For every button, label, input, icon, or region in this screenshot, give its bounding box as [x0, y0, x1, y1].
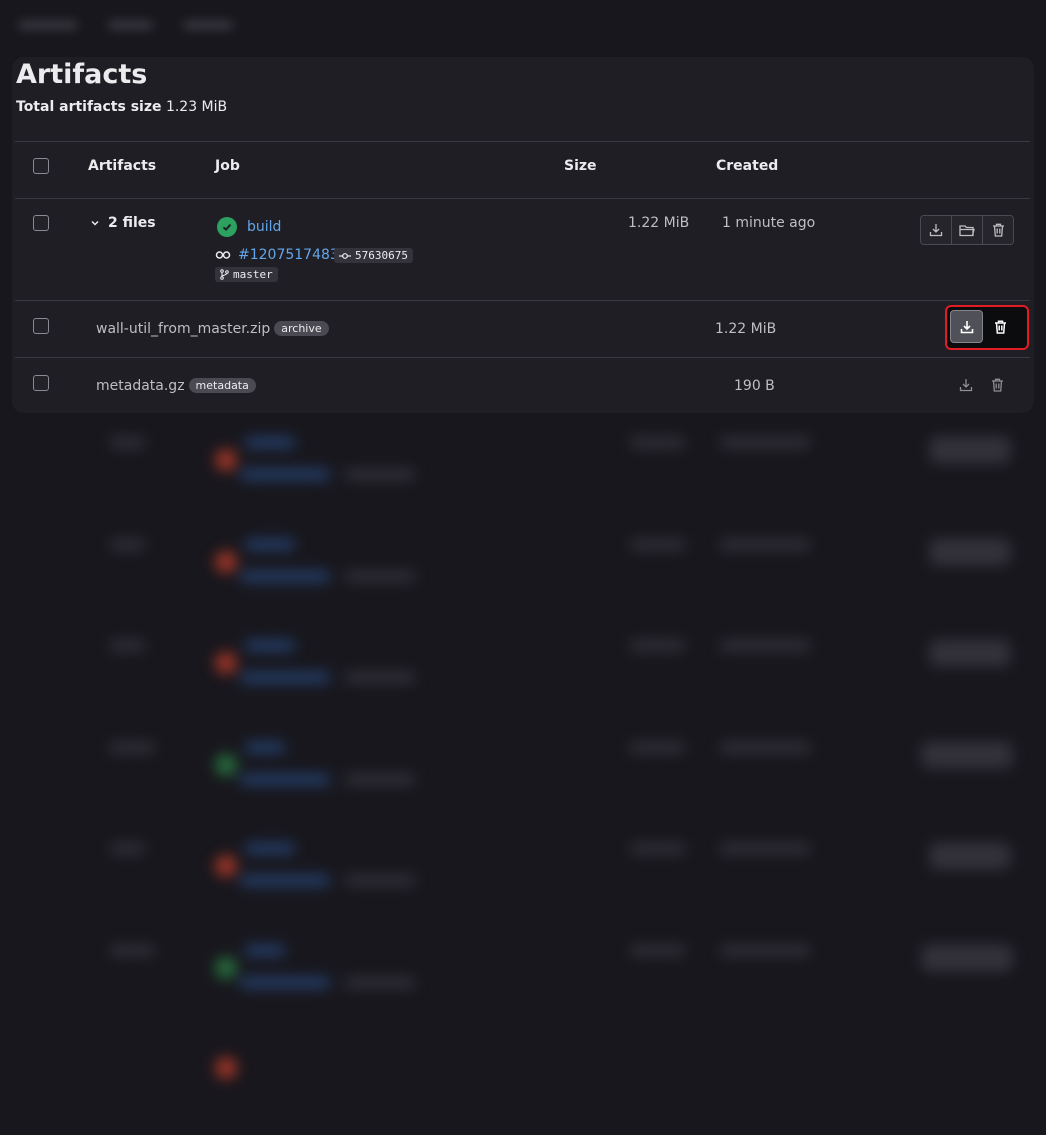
file-size: 1.22 MiB: [715, 321, 777, 337]
file-name: metadata.gz: [96, 378, 185, 394]
file-type-badge: archive: [274, 321, 329, 336]
select-all-checkbox[interactable]: [33, 158, 49, 174]
download-button[interactable]: [921, 216, 951, 244]
trash-icon: [992, 223, 1004, 237]
total-size-label: Total artifacts size: [16, 99, 162, 115]
job-actions: [920, 215, 1014, 245]
delete-button[interactable]: [985, 310, 1015, 343]
breadcrumb: [18, 12, 258, 38]
chevron-down-icon: [91, 220, 99, 226]
file-row-checkbox[interactable]: [33, 318, 49, 334]
files-count: 2 files: [108, 215, 156, 231]
branch-icon: [220, 269, 229, 280]
pipeline-id-link[interactable]: #1207517483: [238, 247, 339, 263]
download-button[interactable]: [951, 371, 981, 399]
header-artifacts: Artifacts: [88, 158, 157, 174]
job-size: 1.22 MiB: [628, 215, 690, 231]
page-title: Artifacts: [16, 59, 148, 90]
file-name: wall-util_from_master.zip: [96, 321, 271, 337]
pipeline-icon: [215, 251, 231, 259]
branch-ref[interactable]: master: [215, 267, 278, 282]
folder-icon: [959, 224, 975, 236]
download-icon: [960, 320, 973, 333]
file-row-checkbox[interactable]: [33, 375, 49, 391]
branch-name: master: [233, 268, 273, 281]
job-name-link[interactable]: build: [247, 219, 281, 235]
total-size-value: 1.23 MiB: [165, 99, 228, 115]
highlighted-actions: [945, 305, 1029, 350]
status-success-icon[interactable]: [217, 217, 237, 237]
file-type-badge: metadata: [188, 378, 256, 393]
download-icon: [929, 224, 943, 237]
pipeline-ref: #1207517483: [215, 247, 339, 263]
total-artifacts-size: Total artifacts size 1.23 MiB: [16, 99, 227, 115]
header-job: Job: [215, 158, 240, 174]
delete-button[interactable]: [982, 216, 1013, 244]
delete-button[interactable]: [982, 371, 1012, 399]
download-button[interactable]: [950, 310, 983, 343]
job-created: 1 minute ago: [722, 215, 816, 231]
header-created: Created: [716, 158, 779, 174]
file-size: 190 B: [734, 378, 775, 394]
file-name-cell: wall-util_from_master.zip archive: [96, 321, 329, 337]
browse-button[interactable]: [951, 216, 982, 244]
header-size: Size: [564, 158, 597, 174]
trash-icon: [994, 320, 1006, 334]
job-row-checkbox[interactable]: [33, 215, 49, 231]
commit-sha[interactable]: 57630675: [334, 248, 413, 263]
commit-sha-text: 57630675: [355, 249, 408, 262]
blurred-job-list: [0, 405, 1046, 1079]
trash-icon: [991, 378, 1003, 392]
files-toggle[interactable]: 2 files: [90, 215, 156, 231]
download-icon: [959, 379, 973, 392]
artifacts-card: Artifacts Total artifacts size 1.23 MiB …: [12, 57, 1034, 413]
file-name-cell: metadata.gz metadata: [96, 378, 256, 394]
commit-icon: [339, 252, 351, 259]
